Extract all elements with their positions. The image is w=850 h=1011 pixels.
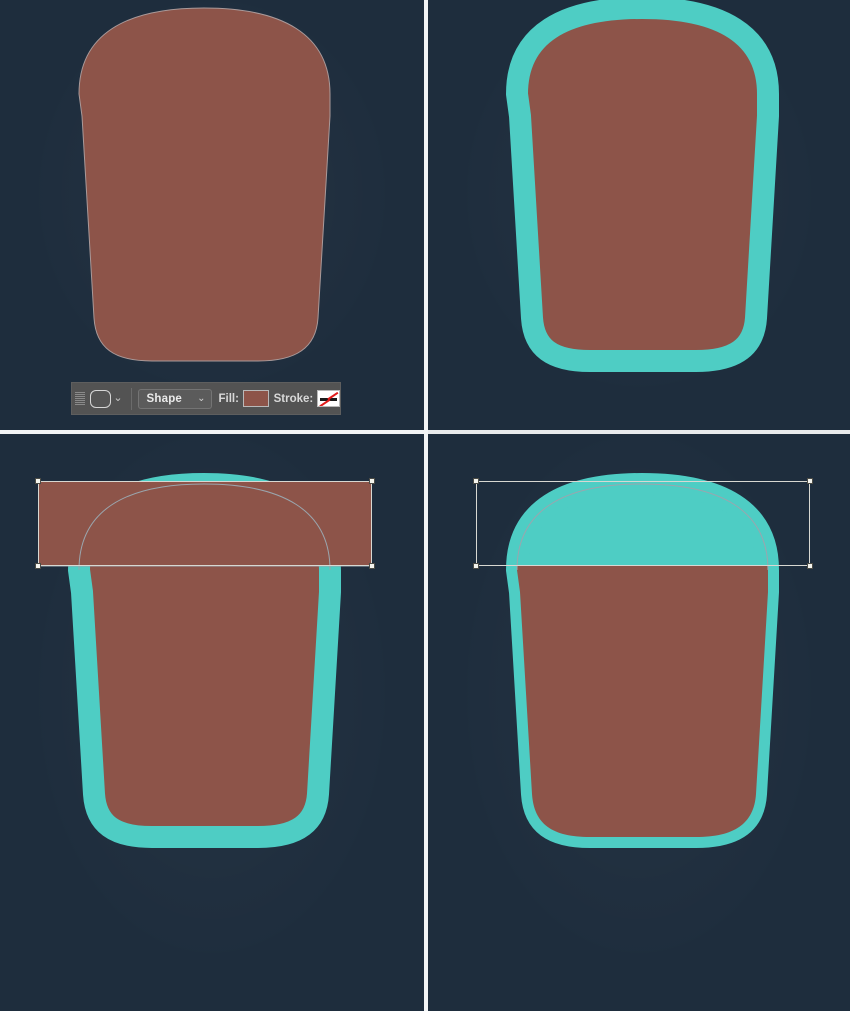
tool-chevron-down-icon[interactable]: ⌄ xyxy=(111,393,124,404)
cup-shape-with-teal-stroke xyxy=(506,0,779,372)
tutorial-grid: ⌄ Shape ⌄ Fill: Stroke: xyxy=(0,0,850,1011)
handle-bottom-left[interactable] xyxy=(473,563,479,569)
shape-mode-dropdown[interactable]: Shape ⌄ xyxy=(137,388,212,409)
handle-bottom-right[interactable] xyxy=(807,563,813,569)
handle-top-right[interactable] xyxy=(369,478,375,484)
fill-color-swatch[interactable] xyxy=(242,390,269,407)
transform-selection-marquee[interactable] xyxy=(35,478,375,569)
panel-shape-fill-only: ⌄ Shape ⌄ Fill: Stroke: xyxy=(0,0,424,430)
transform-selection-marquee[interactable] xyxy=(473,478,813,569)
cup-shape-fill xyxy=(78,7,331,362)
toolbar-separator xyxy=(130,387,132,410)
panel-divider-horizontal xyxy=(0,430,424,434)
shape-mode-chevron-down-icon: ⌄ xyxy=(197,393,206,404)
handle-bottom-right[interactable] xyxy=(369,563,375,569)
panel-subtract-result xyxy=(428,434,850,1011)
stroke-none-swatch[interactable] xyxy=(317,390,341,407)
toolbar-grip-icon[interactable] xyxy=(75,389,86,409)
panel-shape-with-stroke xyxy=(428,0,850,430)
handle-bottom-left[interactable] xyxy=(35,563,41,569)
shape-mode-label: Shape xyxy=(146,392,183,405)
rounded-rectangle-tool-icon[interactable] xyxy=(90,389,112,408)
photoshop-options-bar[interactable]: ⌄ Shape ⌄ Fill: Stroke: xyxy=(71,382,341,415)
handle-top-left[interactable] xyxy=(473,478,479,484)
fill-label: Fill: xyxy=(218,392,239,405)
stroke-label: Stroke: xyxy=(273,392,314,405)
handle-top-right[interactable] xyxy=(807,478,813,484)
panel-divider-vertical xyxy=(424,0,428,1011)
panel-rectangle-overlap-with-menu: Rasterize LayersRasterize Layer StyleRas… xyxy=(0,434,424,1011)
handle-top-left[interactable] xyxy=(35,478,41,484)
